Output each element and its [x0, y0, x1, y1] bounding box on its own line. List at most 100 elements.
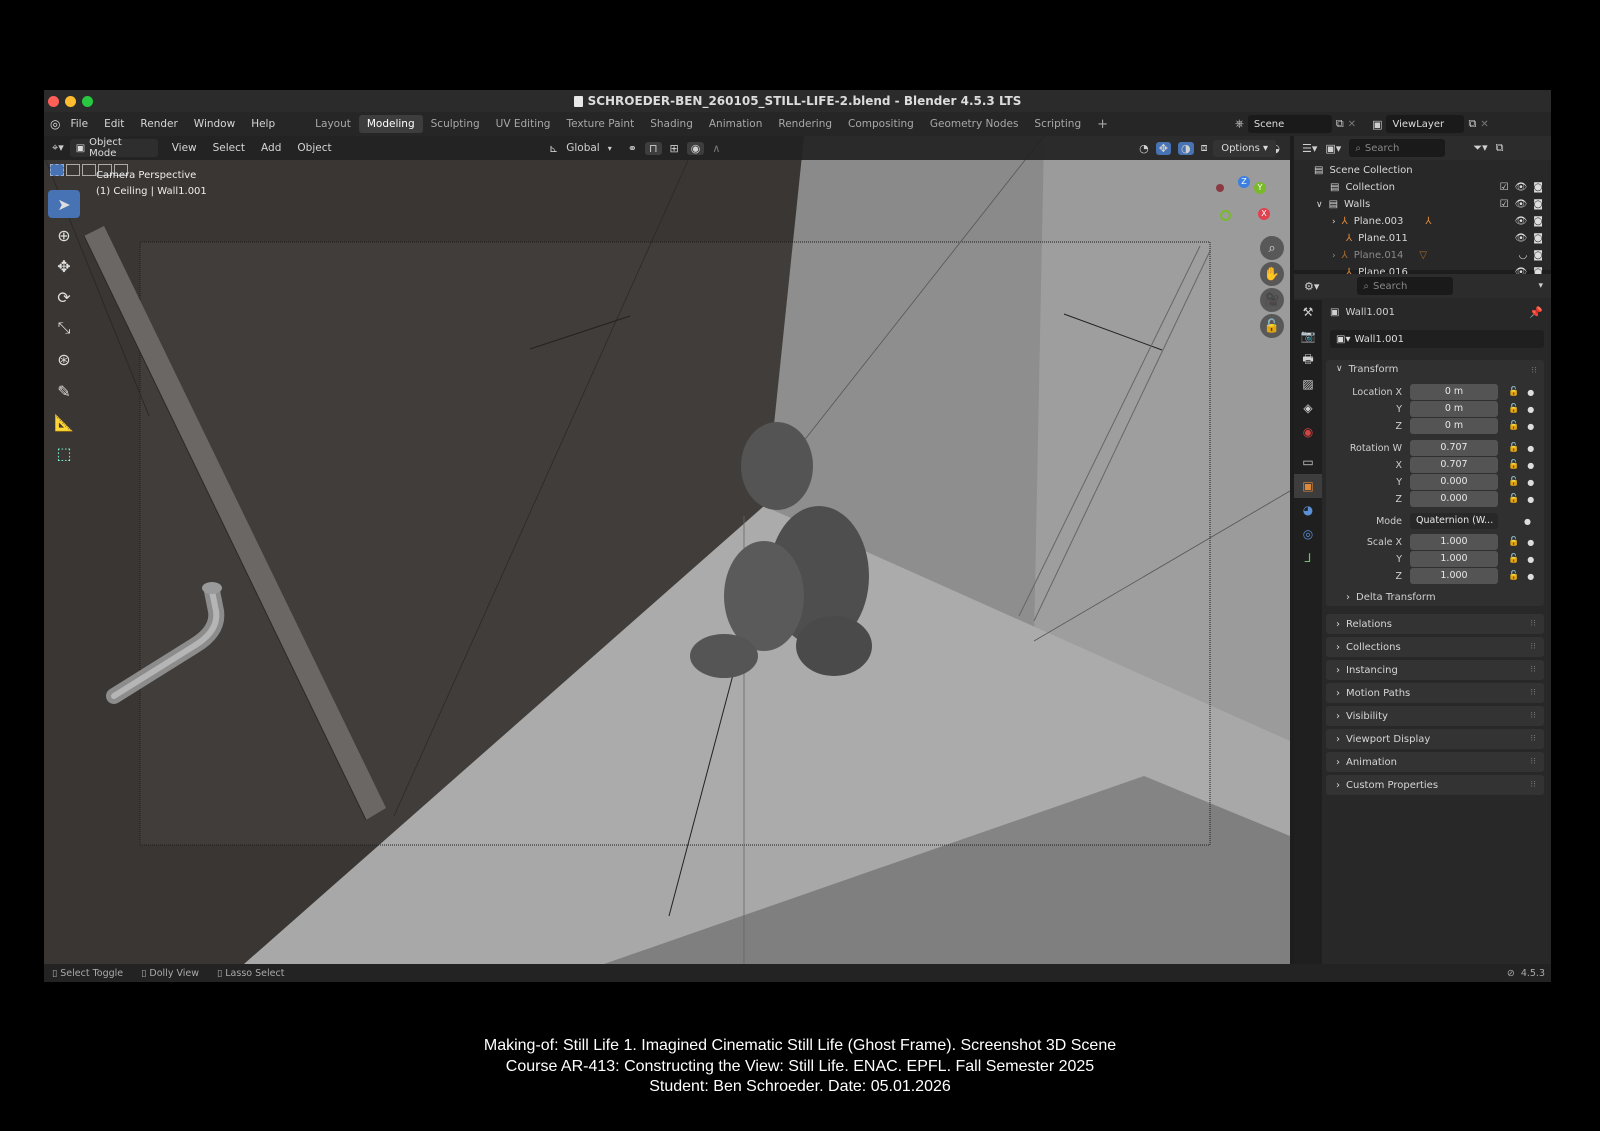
new-view-layer-icon[interactable]: ⧉ [1468, 117, 1476, 131]
checkbox-icon[interactable]: ☑ [1500, 199, 1509, 210]
lock-icon[interactable]: 🔓 [1508, 494, 1519, 504]
editor-type-icon[interactable]: ⌖▾ [52, 141, 64, 155]
lock-icon[interactable]: 🔓 [1508, 421, 1519, 431]
eye-icon[interactable]: 👁 [1515, 182, 1528, 193]
eye-icon[interactable]: 👁 [1515, 233, 1528, 244]
outliner-row-scene-collection[interactable]: ▤ Scene Collection [1294, 162, 1551, 179]
eye-icon[interactable]: 👁 [1515, 216, 1528, 227]
measure-tool[interactable]: 📐 [48, 408, 80, 436]
lock-icon[interactable]: 🔓 [1508, 460, 1519, 470]
panel-grip-icon[interactable]: ⁝⁝ [1530, 711, 1536, 721]
lock-icon[interactable]: 🔓 [1508, 571, 1519, 581]
keyframe-dot-icon[interactable]: ● [1524, 517, 1531, 526]
output-tab-icon[interactable]: 🖶 [1294, 348, 1322, 372]
menu-add[interactable]: Add [253, 142, 289, 154]
rotate-tool[interactable]: ⟳ [48, 283, 80, 311]
maximize-window-button[interactable] [82, 96, 93, 107]
tab-rendering[interactable]: Rendering [770, 115, 840, 133]
panel-animation[interactable]: › Animation ⁝⁝ [1326, 752, 1544, 772]
camera-view-icon[interactable]: 🎥 [1260, 288, 1284, 312]
menu-help[interactable]: Help [243, 118, 283, 130]
scene-icon[interactable]: ⎈ [1235, 117, 1244, 131]
panel-grip-icon[interactable]: ⁝⁝ [1531, 366, 1537, 376]
snap-target-icon[interactable]: ⊞ [670, 142, 679, 155]
lock-icon[interactable]: 🔓 [1508, 404, 1519, 414]
camera-icon[interactable]: ◙ [1533, 216, 1543, 227]
visibility-icon[interactable]: ◔ [1139, 142, 1149, 155]
snap-icon[interactable]: ⊓ [644, 141, 662, 155]
tab-compositing[interactable]: Compositing [840, 115, 922, 133]
select-new-icon[interactable] [50, 164, 64, 176]
panel-viewport-display[interactable]: › Viewport Display ⁝⁝ [1326, 729, 1544, 749]
tab-geometry-nodes[interactable]: Geometry Nodes [922, 115, 1027, 133]
mode-selector[interactable]: ▣ Object Mode [69, 137, 158, 159]
location-x-field[interactable]: 0 m [1410, 384, 1498, 400]
close-window-button[interactable] [48, 96, 59, 107]
tool-tab-icon[interactable]: ⚒ [1294, 300, 1322, 324]
keyframe-dot-icon[interactable]: ● [1527, 444, 1534, 453]
select-extend-icon[interactable] [66, 164, 80, 176]
3d-viewport[interactable]: ⌖▾ ▣ Object Mode View Select Add Object … [44, 136, 1290, 964]
tab-shading[interactable]: Shading [642, 115, 701, 133]
modifier-tab-icon[interactable]: ◕ [1294, 498, 1322, 522]
keyframe-dot-icon[interactable]: ● [1527, 461, 1534, 470]
outliner-row-plane-011[interactable]: ⅄ Plane.011 👁 ◙ [1294, 230, 1551, 247]
panel-motion-paths[interactable]: › Motion Paths ⁝⁝ [1326, 683, 1544, 703]
collection-tab-icon[interactable]: ▭ [1294, 450, 1322, 474]
tab-animation[interactable]: Animation [701, 115, 771, 133]
view-layer-selector[interactable]: ViewLayer [1386, 115, 1465, 133]
camera-icon[interactable]: ◙ [1533, 250, 1543, 261]
pivot-point-icon[interactable]: ⚭ [628, 142, 637, 155]
menu-select[interactable]: Select [205, 142, 253, 154]
remove-scene-icon[interactable]: ✕ [1348, 119, 1356, 130]
rotation-mode-select[interactable]: Quaternion (W... [1410, 513, 1498, 529]
xray-icon[interactable]: ⧈ [1201, 141, 1208, 155]
properties-search-input[interactable]: ⌕ Search [1357, 277, 1454, 295]
scale-tool[interactable]: ⤡ [48, 314, 80, 342]
keyframe-dot-icon[interactable]: ● [1527, 405, 1534, 414]
camera-icon[interactable]: ◙ [1533, 233, 1543, 244]
camera-icon[interactable]: ◙ [1533, 182, 1543, 193]
keyframe-dot-icon[interactable]: ● [1527, 422, 1534, 431]
outliner-editor-icon[interactable]: ☰▾ [1302, 142, 1317, 155]
properties-editor-icon[interactable]: ⚙▾ [1304, 280, 1319, 293]
transform-orientation-selector[interactable]: Global [566, 142, 600, 154]
panel-grip-icon[interactable]: ⁝⁝ [1530, 780, 1536, 790]
keyframe-dot-icon[interactable]: ● [1527, 388, 1534, 397]
menu-object[interactable]: Object [289, 142, 339, 154]
filter-icon[interactable]: ⏷▾ [1473, 141, 1487, 155]
tab-layout[interactable]: Layout [307, 115, 359, 133]
gizmo-z-axis[interactable]: Z [1238, 176, 1250, 188]
chevron-down-icon[interactable]: ▾ [1538, 281, 1543, 291]
world-tab-icon[interactable]: ◉ [1294, 420, 1322, 444]
location-z-field[interactable]: 0 m [1410, 418, 1498, 434]
chevron-down-icon[interactable]: ∨ [1316, 200, 1323, 210]
chevron-right-icon[interactable]: › [1332, 251, 1336, 261]
scale-y-field[interactable]: 1.000 [1410, 551, 1498, 567]
pin-icon[interactable]: 📌 [1529, 306, 1543, 319]
menu-window[interactable]: Window [186, 118, 243, 130]
panel-visibility[interactable]: › Visibility ⁝⁝ [1326, 706, 1544, 726]
scale-x-field[interactable]: 1.000 [1410, 534, 1498, 550]
gizmo-toggle-icon[interactable]: ✥ [1155, 141, 1171, 155]
select-box-tool[interactable]: ➤ [48, 190, 80, 218]
chevron-right-icon[interactable]: › [1332, 217, 1336, 227]
display-mode-icon[interactable]: ▣▾ [1325, 142, 1341, 155]
eye-closed-icon[interactable]: ◡ [1519, 250, 1528, 261]
scene-selector[interactable]: Scene [1247, 115, 1332, 133]
rotation-x-field[interactable]: 0.707 [1410, 457, 1498, 473]
options-button[interactable]: Options ▾ [1213, 140, 1276, 157]
menu-edit[interactable]: Edit [96, 118, 132, 130]
panel-collections[interactable]: › Collections ⁝⁝ [1326, 637, 1544, 657]
outliner-search-input[interactable]: ⌕ Search [1349, 139, 1446, 157]
proportional-editing-icon[interactable]: ◉ [686, 141, 705, 155]
delta-transform-subpanel[interactable]: › Delta Transform [1346, 592, 1436, 603]
tab-texture-paint[interactable]: Texture Paint [558, 115, 642, 133]
cursor-tool[interactable]: ⊕ [48, 221, 80, 249]
gizmo-neg-x-axis[interactable] [1216, 184, 1224, 192]
lock-icon[interactable]: 🔓 [1508, 554, 1519, 564]
keyframe-dot-icon[interactable]: ● [1527, 555, 1534, 564]
lock-icon[interactable]: 🔓 [1508, 387, 1519, 397]
keyframe-dot-icon[interactable]: ● [1527, 478, 1534, 487]
keyframe-dot-icon[interactable]: ● [1527, 572, 1534, 581]
